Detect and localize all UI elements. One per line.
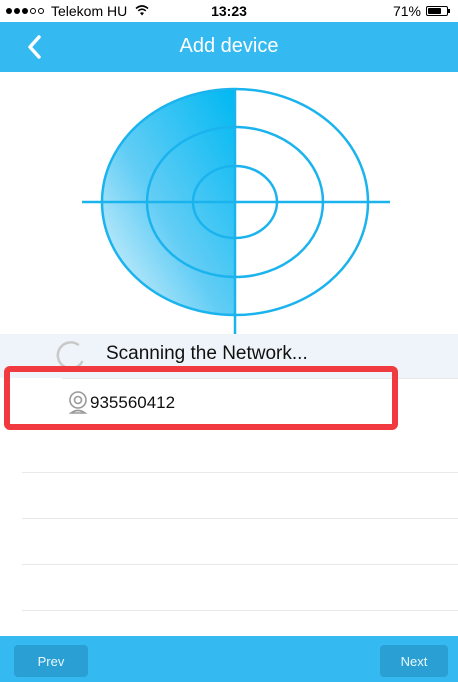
device-id: 935560412 [90,393,176,412]
status-bar: Telekom HU 13:23 71% [0,0,458,22]
footer-bar: Prev Next [0,636,458,682]
battery-percent: 71% [392,3,421,19]
header-bar: Add device [0,22,458,72]
divider [62,378,458,379]
battery-fill [428,8,441,14]
divider [22,564,458,565]
divider [22,472,458,473]
page-title: Add device [179,35,279,57]
prev-button[interactable]: Prev [14,645,88,677]
status-right: 71% [392,3,450,19]
loading-spinner-icon [56,341,84,370]
scan-status-row: Scanning the Network... [0,334,458,378]
divider [22,610,458,611]
divider [22,518,458,519]
status-time: 13:23 [211,3,247,19]
battery-icon [426,6,450,16]
camera-icon [68,391,88,414]
scan-status-text: Scanning the Network... [106,343,308,364]
next-button[interactable]: Next [380,645,448,677]
radar-graphic [0,72,458,334]
device-list-item[interactable]: 935560412 [62,380,390,427]
